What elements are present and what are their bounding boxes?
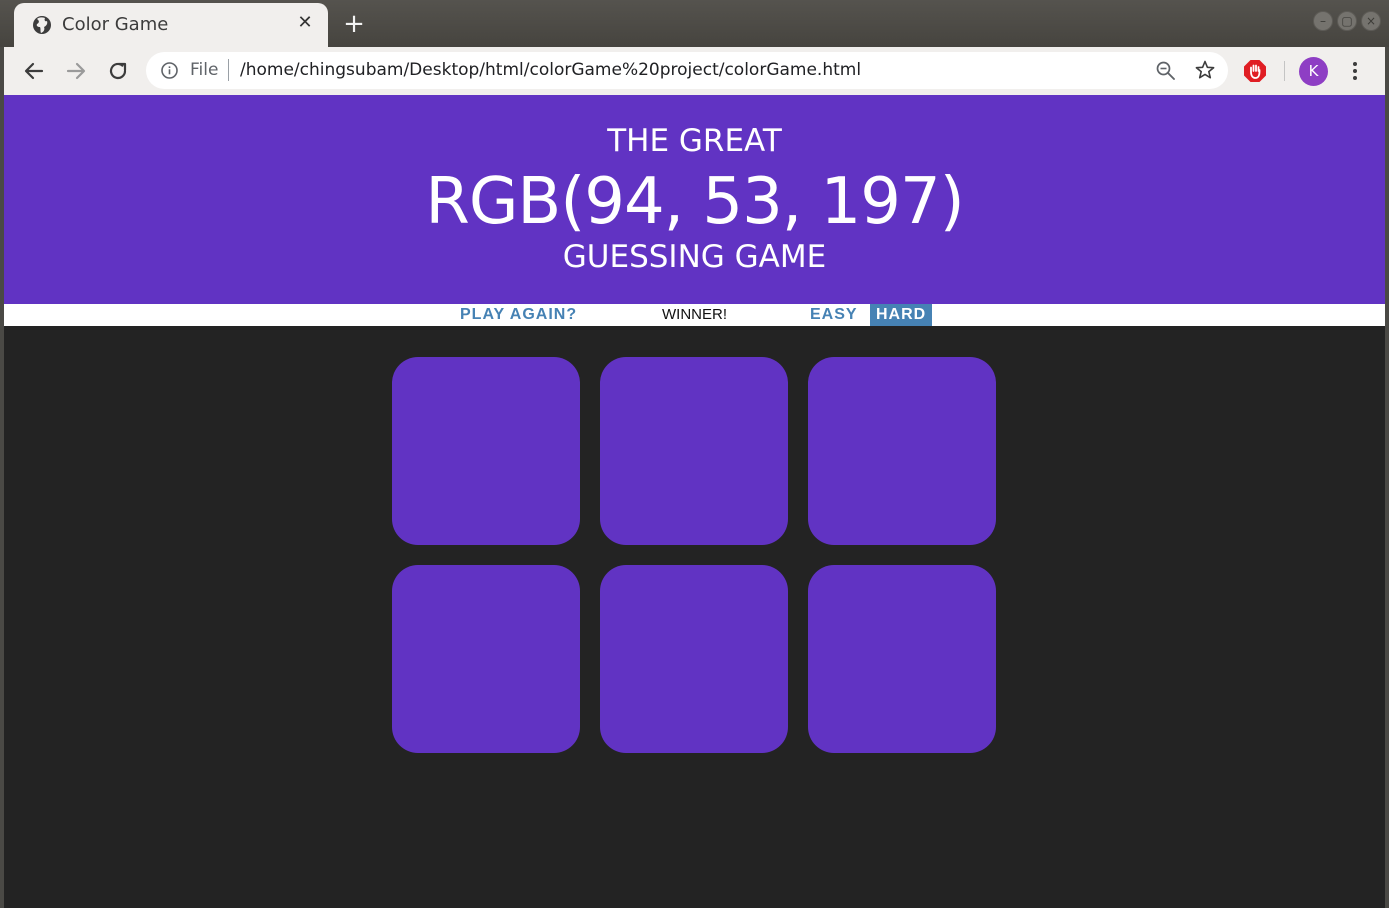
zoom-icon[interactable] xyxy=(1155,60,1176,81)
play-again-button[interactable]: PLAY AGAIN? xyxy=(454,304,583,326)
hard-mode-button[interactable]: HARD xyxy=(870,304,933,326)
minimize-button[interactable]: – xyxy=(1313,11,1333,31)
color-square-2[interactable] xyxy=(600,357,788,545)
back-arrow-icon[interactable] xyxy=(20,57,48,85)
browser-window: Color Game ✕ + – ▢ × File /home/chingsub… xyxy=(0,0,1389,908)
forward-arrow-icon[interactable] xyxy=(62,57,90,85)
profile-avatar[interactable]: K xyxy=(1299,57,1328,86)
close-window-button[interactable]: × xyxy=(1361,11,1381,31)
scheme-label: File xyxy=(190,60,219,80)
maximize-button[interactable]: ▢ xyxy=(1337,11,1357,31)
page-content: THE GREAT RGB(94, 53, 197) GUESSING GAME… xyxy=(4,95,1385,908)
bookmark-star-icon[interactable] xyxy=(1194,59,1216,81)
window-controls: – ▢ × xyxy=(1313,11,1381,31)
color-square-4[interactable] xyxy=(392,565,580,753)
game-header: THE GREAT RGB(94, 53, 197) GUESSING GAME xyxy=(4,95,1385,304)
kebab-menu-icon[interactable] xyxy=(1346,59,1364,83)
title-line-3: GUESSING GAME xyxy=(562,239,827,275)
easy-mode-button[interactable]: EASY xyxy=(804,304,864,326)
browser-tab[interactable]: Color Game ✕ xyxy=(14,3,328,47)
color-square-1[interactable] xyxy=(392,357,580,545)
tab-close-button[interactable]: ✕ xyxy=(294,12,316,34)
status-message: WINNER! xyxy=(662,306,727,323)
tab-title: Color Game xyxy=(62,14,169,35)
rgb-display: RGB(94, 53, 197) xyxy=(425,165,964,239)
new-tab-button[interactable]: + xyxy=(340,10,368,38)
control-stripe: PLAY AGAIN? WINNER! EASY HARD xyxy=(4,304,1385,326)
color-square-6[interactable] xyxy=(808,565,996,753)
title-line-1: THE GREAT xyxy=(607,123,782,159)
url-text[interactable]: /home/chingsubam/Desktop/html/colorGame%… xyxy=(240,60,861,80)
toolbar-divider xyxy=(1284,61,1285,81)
browser-toolbar: File /home/chingsubam/Desktop/html/color… xyxy=(4,47,1385,95)
tab-strip: Color Game ✕ + – ▢ × xyxy=(0,0,1389,47)
adblock-extension-icon[interactable] xyxy=(1243,59,1267,83)
reload-icon[interactable] xyxy=(104,57,132,85)
color-square-5[interactable] xyxy=(600,565,788,753)
info-icon[interactable] xyxy=(160,61,179,80)
globe-icon xyxy=(33,16,51,34)
divider xyxy=(228,59,229,81)
color-square-3[interactable] xyxy=(808,357,996,545)
address-bar[interactable]: File /home/chingsubam/Desktop/html/color… xyxy=(146,52,1228,89)
